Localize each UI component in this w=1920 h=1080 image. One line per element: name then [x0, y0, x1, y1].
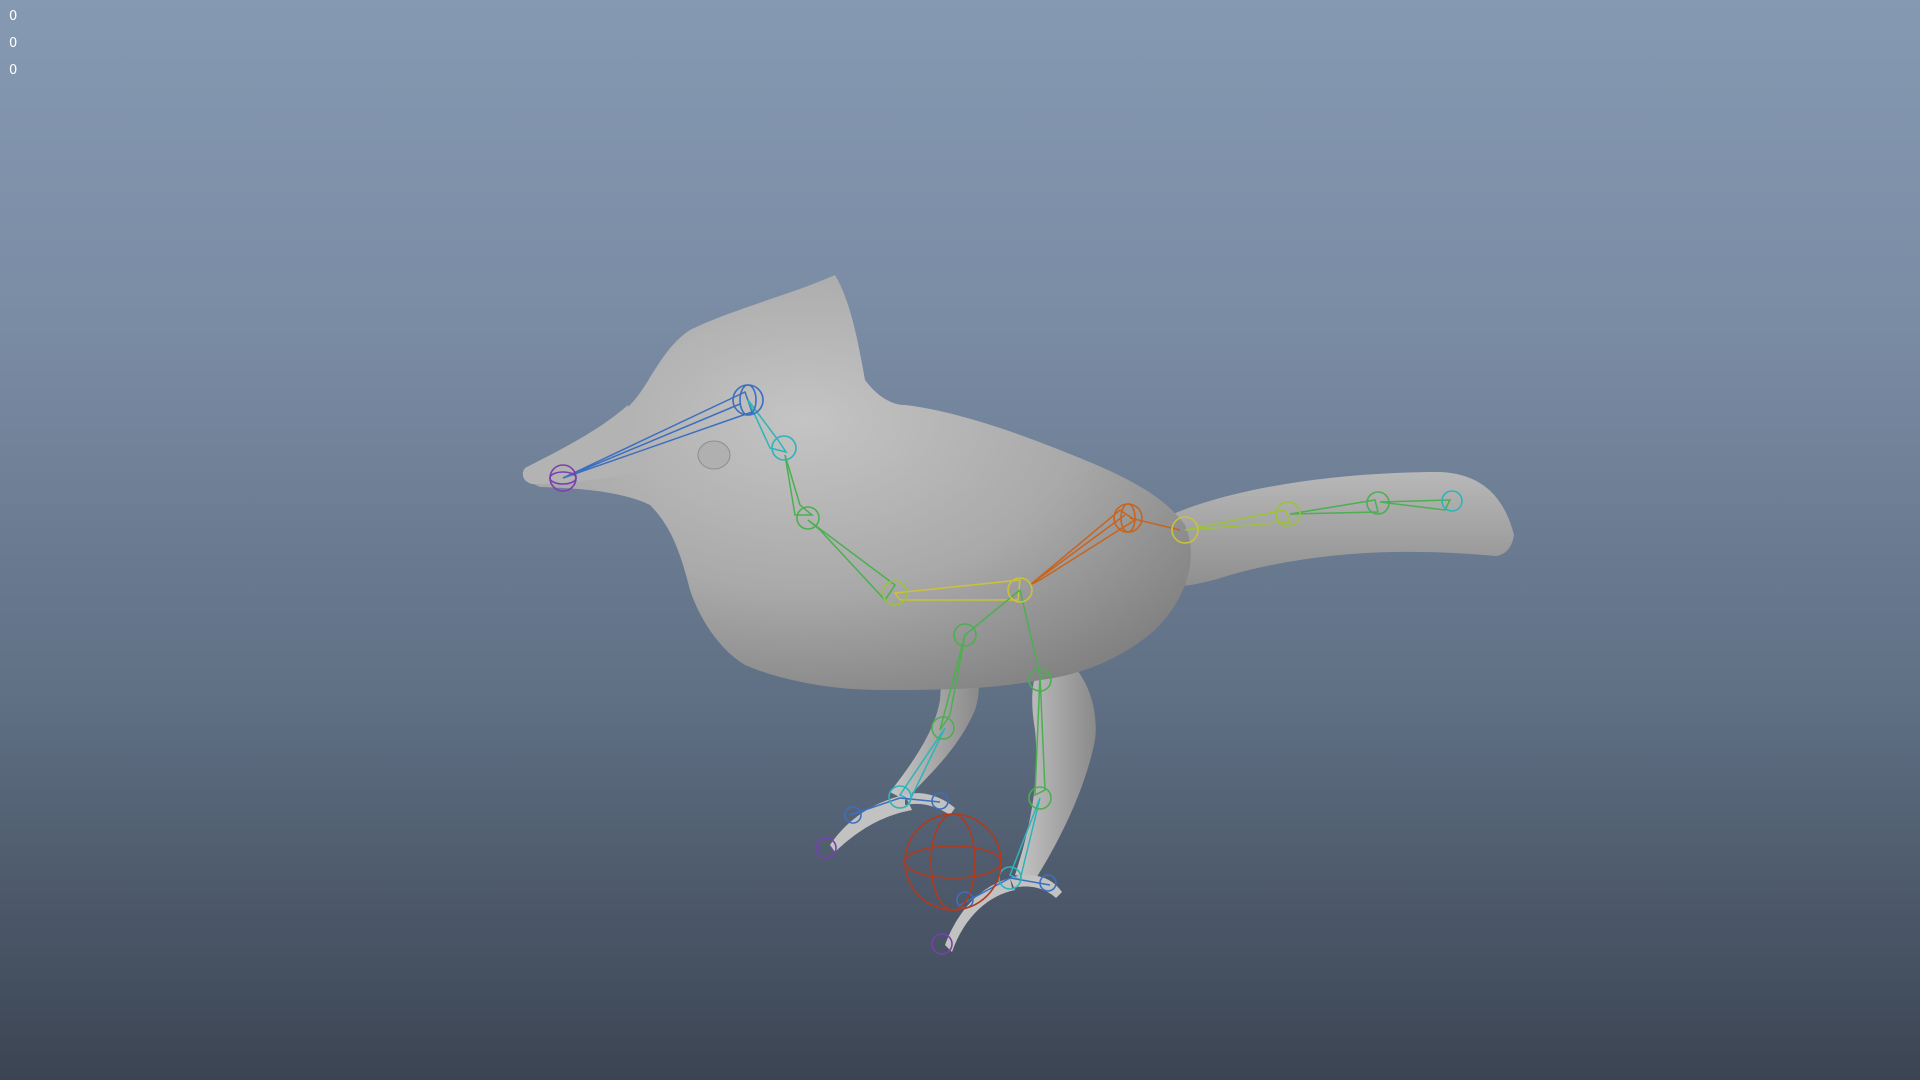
- root-controller[interactable]: [904, 813, 1002, 911]
- bird-body[interactable]: [525, 275, 1191, 690]
- root-controller-ring-h: [904, 845, 1002, 879]
- bird-beak[interactable]: [522, 405, 648, 484]
- bird-mesh[interactable]: [522, 275, 1514, 952]
- bird-leg-back[interactable]: [1015, 650, 1096, 880]
- 3d-viewport[interactable]: 0 0 0: [0, 0, 1920, 1080]
- root-controller-circle[interactable]: [904, 813, 1002, 911]
- bird-eye: [697, 440, 731, 470]
- bird-tail[interactable]: [1150, 472, 1514, 587]
- scene-canvas[interactable]: [0, 0, 1920, 1080]
- root-controller-ring-v: [930, 813, 976, 911]
